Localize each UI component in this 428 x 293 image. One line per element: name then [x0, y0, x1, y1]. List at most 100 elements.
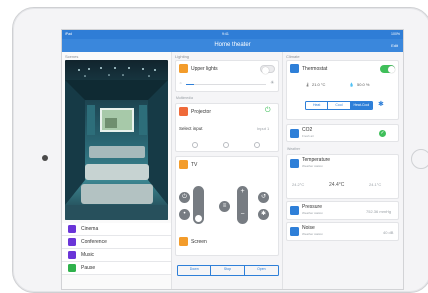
lightbulb-icon	[179, 64, 188, 73]
page-title: Home theater	[214, 42, 251, 48]
noise-sub: Weather station	[302, 232, 323, 236]
pressure-value: 752.36 mmHg	[366, 209, 392, 214]
input-radio-3[interactable]	[254, 142, 260, 148]
co2-sub: Fresh air	[302, 134, 314, 138]
scene-label: Pause	[81, 265, 96, 271]
source-icon[interactable]: ↺	[258, 192, 269, 203]
settings-icon[interactable]: ✱	[258, 209, 269, 220]
projector-label: Projector	[191, 109, 212, 115]
screen-icon	[179, 237, 188, 246]
climate-panel: Climate Thermostat 🌡 21.0 °C 💧 50.0 % He…	[283, 52, 403, 289]
channel-rocker[interactable]	[193, 186, 204, 224]
scene-item-pause[interactable]: Pause	[62, 262, 171, 275]
edit-button[interactable]: Edit	[391, 43, 398, 48]
brightness-slider[interactable]	[186, 84, 266, 85]
scene-label: Music	[81, 252, 95, 258]
pressure-card: Pressure Weather station 752.36 mmHg	[286, 201, 399, 220]
volume-rocker[interactable]: + −	[237, 186, 248, 224]
app-screen: iPad 9:41 100% Home theater Edit Scenes	[61, 29, 404, 290]
multimedia-header: Multimedia	[176, 96, 193, 100]
status-bar: iPad 9:41 100%	[62, 30, 403, 39]
check-icon: ✓	[379, 130, 386, 137]
tablet-device: iPad 9:41 100% Home theater Edit Scenes	[12, 7, 428, 293]
humidity-value: 50.0 %	[357, 82, 370, 87]
lighting-header: Lighting	[175, 54, 190, 59]
temperature-value-2: 24.4°C	[329, 182, 345, 188]
screen-down-button[interactable]: Down	[178, 266, 212, 275]
home-button[interactable]	[411, 149, 428, 169]
temperature-value-1: 24.2°C	[292, 182, 305, 187]
menu-icon[interactable]: ≡	[219, 201, 230, 212]
status-time: 9:41	[222, 32, 229, 36]
pressure-icon	[290, 206, 299, 215]
dim-high-icon: ☀	[270, 80, 275, 86]
scene-label: Conference	[81, 239, 107, 245]
cinema-scene-image	[65, 60, 168, 220]
brightness-fill	[186, 84, 194, 85]
volume-down-icon: −	[240, 211, 245, 218]
temperature-card: Temperature Weather station 24.2°C 24.4°…	[286, 154, 399, 199]
music-icon	[68, 251, 76, 259]
upper-lights-card: Upper lights ☼ ☀	[175, 60, 279, 92]
scene-list: Cinema Conference Music Pause	[62, 223, 171, 275]
presentation-icon	[68, 238, 76, 246]
status-battery: 100%	[391, 32, 400, 36]
camera-icon	[42, 155, 48, 161]
scenes-panel: Scenes Cinema Conference Music Pause	[62, 52, 172, 289]
status-carrier: iPad	[65, 32, 73, 36]
noise-label: Noise	[302, 225, 315, 231]
scene-item-conference[interactable]: Conference	[62, 236, 171, 249]
nav-bar: Home theater Edit	[62, 39, 403, 52]
thermostat-label: Thermostat	[302, 66, 328, 72]
scene-item-cinema[interactable]: Cinema	[62, 223, 171, 236]
select-input-label: Select input	[179, 126, 203, 131]
lighting-panel: Lighting Upper lights ☼ ☀ Multimedia Pro…	[172, 52, 283, 289]
noise-card: Noise Weather station 40 dB	[286, 222, 399, 241]
mode-selector: Heat Cool Heat-Cool	[305, 101, 373, 110]
tv-icon	[179, 160, 188, 169]
mode-heatcool-button[interactable]: Heat-Cool	[350, 102, 372, 109]
projector-icon	[179, 107, 188, 116]
power-icon[interactable]: ⏻	[179, 192, 190, 203]
input-radio-1[interactable]	[192, 142, 198, 148]
channel-knob-icon	[195, 215, 202, 222]
temperature-value: 21.0 °C	[312, 82, 326, 87]
volume-up-icon: +	[240, 188, 245, 195]
projector-card: Projector ⏻ Select input Input 1	[175, 103, 279, 152]
thermometer-icon: 🌡	[305, 82, 311, 87]
upper-lights-toggle[interactable]	[260, 65, 275, 74]
upper-lights-label: Upper lights	[191, 66, 218, 72]
power-icon[interactable]: ⏻	[265, 107, 271, 115]
weather-header: Weather	[287, 147, 301, 151]
tv-label: TV	[191, 162, 198, 168]
tv-card: TV ⏻ • ≡ + − ↺ ✱ Screen	[175, 156, 279, 256]
temperature-label: Temperature	[302, 157, 331, 163]
scene-item-music[interactable]: Music	[62, 249, 171, 262]
screen-controls: Down Stop Open	[177, 265, 279, 276]
thermometer-icon	[290, 64, 299, 73]
thermostat-card: Thermostat 🌡 21.0 °C 💧 50.0 % Heat Cool …	[286, 60, 399, 120]
film-icon	[68, 225, 76, 233]
co2-card: CO2 Fresh air ✓	[286, 124, 399, 142]
input-value[interactable]: Input 1	[257, 126, 269, 131]
settings-icon[interactable]: ✱	[378, 100, 384, 108]
dim-low-icon: ☼	[179, 81, 183, 85]
mode-heat-button[interactable]: Heat	[306, 102, 329, 109]
toggle-knob	[387, 65, 395, 73]
co2-label: CO2	[302, 127, 313, 133]
mute-icon[interactable]: •	[179, 209, 190, 220]
pressure-label: Pressure	[302, 204, 323, 210]
thermostat-toggle[interactable]	[380, 65, 395, 73]
screen-open-button[interactable]: Open	[245, 266, 278, 275]
screen-label: Screen	[191, 239, 207, 245]
toggle-knob	[261, 66, 269, 74]
noise-icon	[290, 227, 299, 236]
input-radio-2[interactable]	[223, 142, 229, 148]
co2-icon	[290, 129, 299, 138]
pressure-sub: Weather station	[302, 211, 323, 215]
screen-stop-button[interactable]: Stop	[211, 266, 245, 275]
mode-cool-button[interactable]: Cool	[328, 102, 351, 109]
temperature-icon	[290, 159, 299, 168]
climate-header: Climate	[286, 54, 300, 59]
pause-icon	[68, 264, 76, 272]
